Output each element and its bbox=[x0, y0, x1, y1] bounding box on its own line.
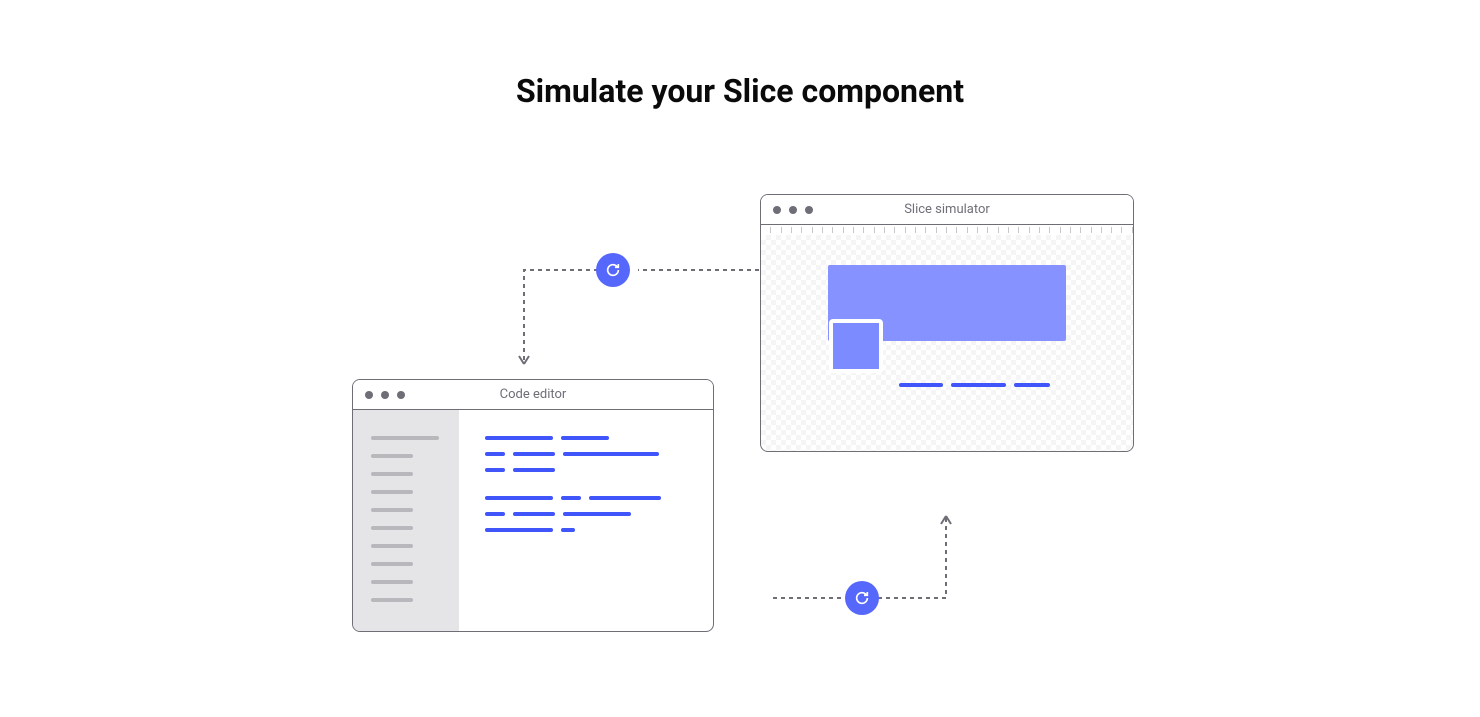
slice-simulator-window: Slice simulator bbox=[760, 194, 1134, 452]
page-title: Simulate your Slice component bbox=[0, 72, 1480, 110]
sidebar-line bbox=[371, 436, 439, 440]
slice-text-seg bbox=[951, 383, 1006, 387]
code-line bbox=[485, 468, 687, 472]
window-dot bbox=[773, 206, 781, 214]
slice-simulator-body bbox=[761, 225, 1133, 451]
window-dot bbox=[397, 391, 405, 399]
code-editor-window: Code editor bbox=[352, 379, 714, 632]
window-dot bbox=[365, 391, 373, 399]
sidebar-line bbox=[371, 454, 413, 458]
slice-preview-content bbox=[761, 235, 1133, 371]
refresh-top-icon bbox=[596, 253, 630, 287]
window-dots bbox=[773, 206, 813, 214]
sidebar-line bbox=[371, 472, 413, 476]
slice-text-seg bbox=[899, 383, 943, 387]
sidebar-line bbox=[371, 562, 413, 566]
sidebar-line bbox=[371, 580, 413, 584]
window-dots bbox=[365, 391, 405, 399]
code-content bbox=[459, 410, 713, 631]
slice-image-placeholder bbox=[829, 319, 883, 373]
code-sidebar bbox=[353, 410, 459, 631]
sidebar-line bbox=[371, 544, 413, 548]
code-line bbox=[485, 528, 687, 532]
window-dot bbox=[381, 391, 389, 399]
slice-text-lines bbox=[899, 383, 1050, 387]
sidebar-line bbox=[371, 526, 413, 530]
window-dot bbox=[789, 206, 797, 214]
sidebar-line bbox=[371, 508, 413, 512]
refresh-bottom-icon bbox=[845, 581, 879, 615]
code-line bbox=[485, 436, 687, 440]
code-editor-body bbox=[353, 410, 713, 631]
arrow-simulator-to-editor bbox=[510, 250, 760, 390]
code-editor-title: Code editor bbox=[500, 387, 567, 402]
slice-simulator-title: Slice simulator bbox=[904, 202, 990, 217]
window-dot bbox=[805, 206, 813, 214]
sidebar-line bbox=[371, 490, 413, 494]
ruler bbox=[761, 225, 1133, 235]
code-line bbox=[485, 512, 687, 516]
slice-text-seg bbox=[1014, 383, 1050, 387]
slice-simulator-header: Slice simulator bbox=[761, 195, 1133, 225]
code-editor-header: Code editor bbox=[353, 380, 713, 410]
sidebar-line bbox=[371, 598, 413, 602]
code-line bbox=[485, 452, 687, 456]
code-line bbox=[485, 496, 687, 500]
